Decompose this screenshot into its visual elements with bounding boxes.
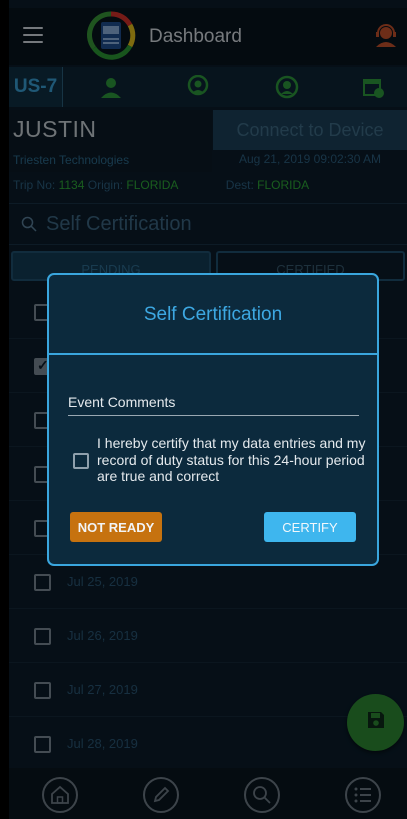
certify-button[interactable]: CERTIFY <box>264 512 356 542</box>
event-comments-underline <box>68 415 359 416</box>
event-comments-field[interactable]: Event Comments <box>68 394 175 410</box>
app-screen: Dashboard US-7 JUSTIN Triesten Technolog… <box>9 0 407 819</box>
dialog-title: Self Certification <box>143 304 283 325</box>
self-certification-dialog: Self Certification Event Comments I here… <box>47 273 379 566</box>
not-ready-button[interactable]: NOT READY <box>70 512 162 542</box>
certify-checkbox[interactable] <box>73 453 89 469</box>
certification-statement: I hereby certify that my data entries an… <box>97 435 366 484</box>
dialog-divider <box>49 353 377 355</box>
